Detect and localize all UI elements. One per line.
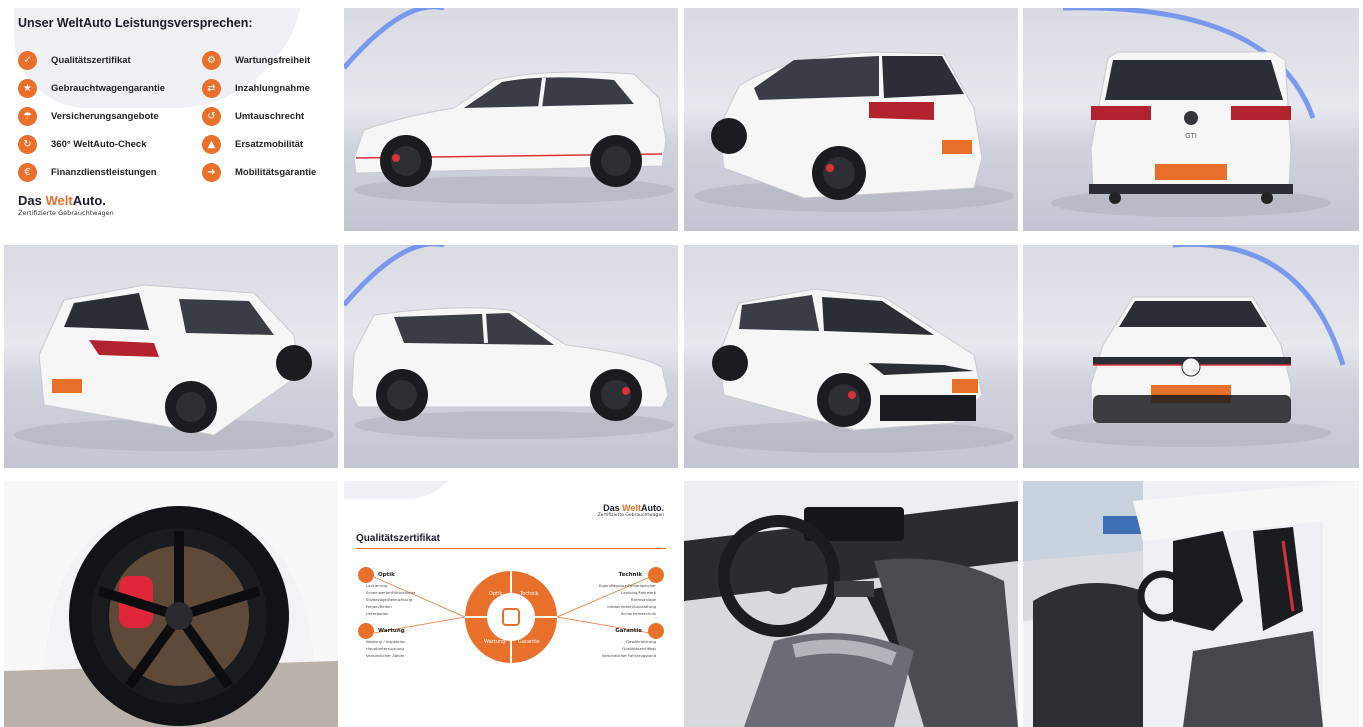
weltauto-logo: Das WeltAuto. Zertifizierte Gebrauchtwag… [18,193,114,217]
optik-icon [358,567,374,583]
wartung-icon [358,623,374,639]
check-icon: ↻ [18,134,37,154]
car-front-right-three-quarter-photo[interactable] [684,245,1018,468]
car-rear-left-illustration [694,51,1014,212]
svg-text:Garantie: Garantie [518,639,540,645]
garantie-icon [648,623,664,639]
promise-list-left: ✓ Qualitätszertifikat ★ Gebrauchtwagengara… [18,46,165,186]
promise-item: ☂ Versicherungsangebote [18,102,165,130]
car-side-left-photo[interactable] [344,8,678,231]
promise-item: ✓ Qualitätszertifikat [18,46,165,74]
trade-in-icon: ⇄ [202,78,221,98]
guarantee-icon: ★ [18,78,37,98]
finance-icon: € [18,162,37,182]
quality-certificate-panel[interactable]: Das WeltAuto. Zertifizierte Gebrauchtwag… [344,481,678,727]
front-seats-interior-photo[interactable] [1023,481,1359,727]
promise-item: ⚙ Wartungsfreiheit [202,46,316,74]
car-side-left-illustration [344,8,674,204]
certificate-icon: ✓ [18,50,37,70]
promise-heading: Unser WeltAuto Leistungsversprechen: [18,16,253,30]
promise-item: ▲ Ersatzmobilität [202,130,316,158]
front-seats-illustration [1023,481,1359,727]
promise-item: ➜ Mobilitätsgarantie [202,158,316,186]
promise-item: ★ Gebrauchtwagengarantie [18,74,165,102]
replacement-car-icon: ▲ [202,134,221,154]
promise-item: ⇄ Inzahlungnahme [202,74,316,102]
image-gallery: Unser WeltAuto Leistungsversprechen: ✓ Qu… [0,0,1363,727]
car-front-photo[interactable] [1023,245,1359,468]
wheel-detail-photo[interactable] [4,481,338,727]
svg-text:Wartung: Wartung [484,639,505,645]
mobility-icon: ➜ [202,162,221,182]
svg-text:Technik: Technik [519,591,539,597]
promise-list-right: ⚙ Wartungsfreiheit ⇄ Inzahlungnahme ↺ Umtau… [202,46,316,186]
wheel-illustration [4,481,338,727]
car-side-right-illustration [344,245,674,439]
maintenance-icon: ⚙ [202,50,221,70]
insurance-icon: ☂ [18,106,37,126]
exchange-icon: ↺ [202,106,221,126]
promise-panel[interactable]: Unser WeltAuto Leistungsversprechen: ✓ Qu… [4,8,338,231]
promise-item: ↻ 360° WeltAuto-Check [18,130,165,158]
svg-text:GTI: GTI [1185,133,1197,140]
cockpit-interior-photo[interactable] [684,481,1018,727]
promise-item: € Finanzdienstleistungen [18,158,165,186]
car-front-right-illustration [694,288,1014,453]
car-rear-photo[interactable]: GTI [1023,8,1359,231]
car-rear-right-three-quarter-photo[interactable] [4,245,338,468]
cockpit-illustration [684,481,1018,727]
svg-text:Optik: Optik [489,591,502,597]
technik-icon [648,567,664,583]
car-front-illustration [1051,245,1346,447]
car-rear-illustration: GTI [1051,8,1331,217]
car-rear-left-three-quarter-photo[interactable] [684,8,1018,231]
car-side-right-photo[interactable] [344,245,678,468]
promise-item: ↺ Umtauschrecht [202,102,316,130]
car-rear-right-illustration [14,284,334,451]
